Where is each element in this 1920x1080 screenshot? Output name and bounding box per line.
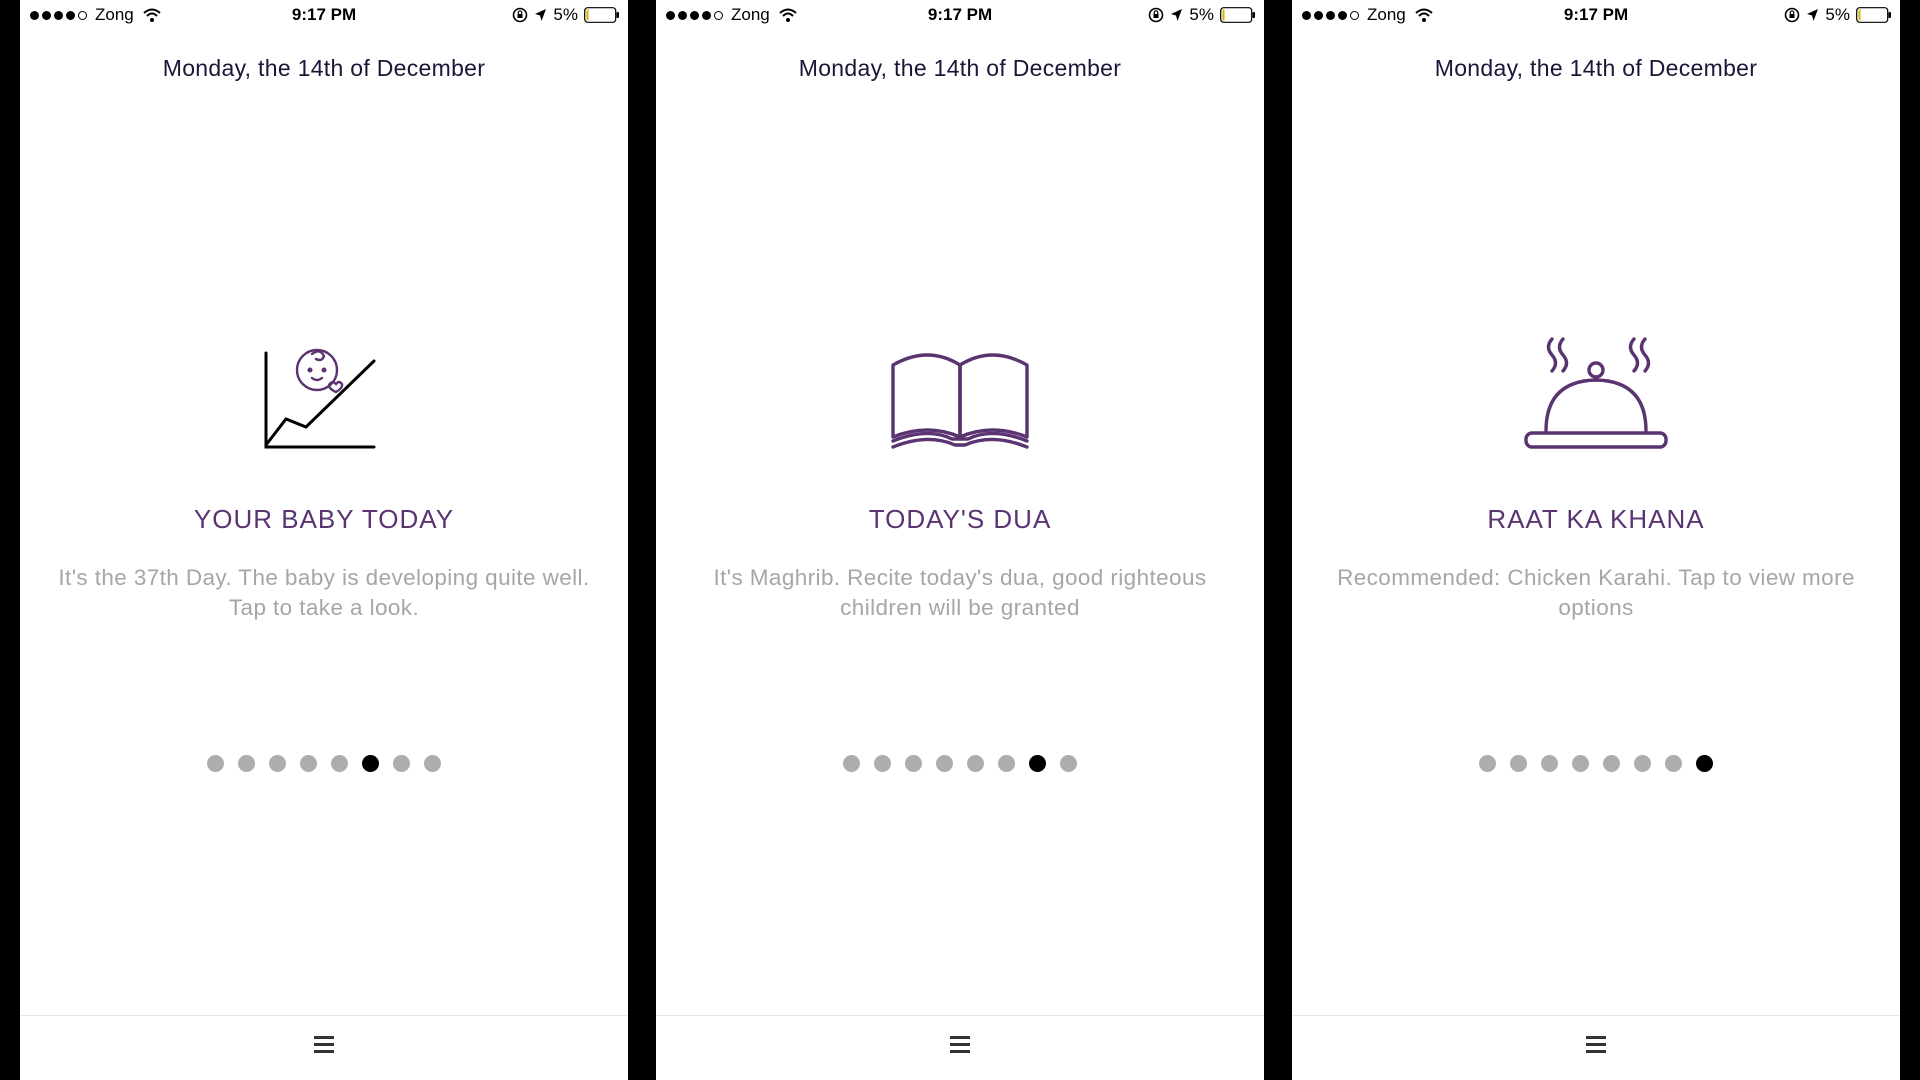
open-book-icon[interactable] <box>860 325 1060 475</box>
bottom-bar <box>656 1015 1264 1080</box>
page-dot[interactable] <box>1479 755 1496 772</box>
page-dot[interactable] <box>874 755 891 772</box>
date-header: Monday, the 14th of December <box>1434 55 1758 81</box>
page-dot[interactable] <box>424 755 441 772</box>
battery-percent: 5% <box>553 5 578 24</box>
status-bar: Zong 9:17 PM 5% <box>20 0 628 30</box>
phone-screen-dinner: Zong 9:17 PM 5% Monday, the 14th of Dece… <box>1292 0 1900 1080</box>
phone-screen-dua: Zong 9:17 PM 5% Monday, the 14th of Dece… <box>656 0 1264 1080</box>
bottom-bar <box>1292 1015 1900 1080</box>
page-dot[interactable] <box>207 755 224 772</box>
date-header: Monday, the 14th of December <box>162 55 486 81</box>
page-dot[interactable] <box>905 755 922 772</box>
status-bar: Zong 9:17 PM 5% <box>656 0 1264 30</box>
date-header: Monday, the 14th of December <box>798 55 1122 81</box>
page-dot-active[interactable] <box>362 755 379 772</box>
page-indicator[interactable] <box>656 755 1264 772</box>
rotation-lock-icon <box>1785 7 1800 23</box>
battery-percent: 5% <box>1189 5 1214 24</box>
page-indicator[interactable] <box>20 755 628 772</box>
status-bar: Zong 9:17 PM 5% <box>1292 0 1900 30</box>
page-dot[interactable] <box>1060 755 1077 772</box>
page-dot[interactable] <box>1572 755 1589 772</box>
hamburger-menu-icon[interactable] <box>950 1036 970 1054</box>
page-dot[interactable] <box>843 755 860 772</box>
page-dot[interactable] <box>936 755 953 772</box>
card-title[interactable]: RAAT KA KHANA <box>1292 504 1900 535</box>
phone-screen-baby: Zong 9:17 PM 5% Monday, the 14th of Dece… <box>20 0 628 1080</box>
baby-growth-chart-icon[interactable] <box>224 325 424 475</box>
page-dot[interactable] <box>269 755 286 772</box>
location-arrow-icon <box>1807 8 1819 21</box>
page-dot[interactable] <box>1510 755 1527 772</box>
food-cloche-icon[interactable] <box>1496 325 1696 475</box>
card-title[interactable]: YOUR BABY TODAY <box>20 504 628 535</box>
page-dot[interactable] <box>1541 755 1558 772</box>
page-dot[interactable] <box>967 755 984 772</box>
page-dot[interactable] <box>1603 755 1620 772</box>
battery-icon <box>1856 7 1891 23</box>
location-arrow-icon <box>535 8 547 21</box>
page-dot[interactable] <box>331 755 348 772</box>
battery-icon <box>1220 7 1255 23</box>
card-title[interactable]: TODAY'S DUA <box>656 504 1264 535</box>
page-dot[interactable] <box>1634 755 1651 772</box>
page-dot-active[interactable] <box>1029 755 1046 772</box>
page-dot[interactable] <box>300 755 317 772</box>
page-dot[interactable] <box>998 755 1015 772</box>
hamburger-menu-icon[interactable] <box>314 1036 334 1054</box>
bottom-bar <box>20 1015 628 1080</box>
card-description[interactable]: It's the 37th Day. The baby is developin… <box>45 563 603 623</box>
rotation-lock-icon <box>1149 7 1164 23</box>
location-arrow-icon <box>1171 8 1183 21</box>
battery-icon <box>584 7 619 23</box>
page-dot[interactable] <box>393 755 410 772</box>
battery-percent: 5% <box>1825 5 1850 24</box>
card-description[interactable]: It's Maghrib. Recite today's dua, good r… <box>681 563 1239 623</box>
hamburger-menu-icon[interactable] <box>1586 1036 1606 1054</box>
rotation-lock-icon <box>513 7 528 23</box>
page-dot[interactable] <box>1665 755 1682 772</box>
page-indicator[interactable] <box>1292 755 1900 772</box>
page-dot[interactable] <box>238 755 255 772</box>
card-description[interactable]: Recommended: Chicken Karahi. Tap to view… <box>1317 563 1875 623</box>
page-dot-active[interactable] <box>1696 755 1713 772</box>
